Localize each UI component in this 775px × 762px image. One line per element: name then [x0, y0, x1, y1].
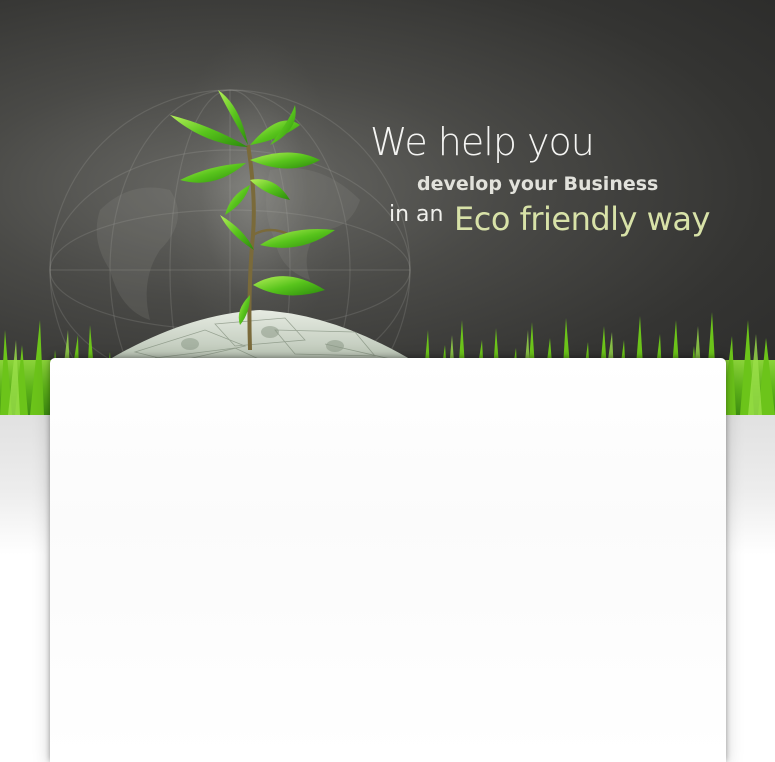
hero-banner: We help you develop your Business in an …: [0, 0, 775, 415]
content-panel: [50, 358, 726, 762]
headline-line-3-prefix: in an: [389, 202, 444, 227]
headline-line-3-highlight: Eco friendly way: [454, 200, 710, 238]
headline-line-2: develop your Business: [417, 173, 659, 195]
page: We help you develop your Business in an …: [0, 0, 775, 762]
green-sapling-icon: [170, 90, 335, 351]
headline-line-1: We help you: [370, 120, 595, 164]
